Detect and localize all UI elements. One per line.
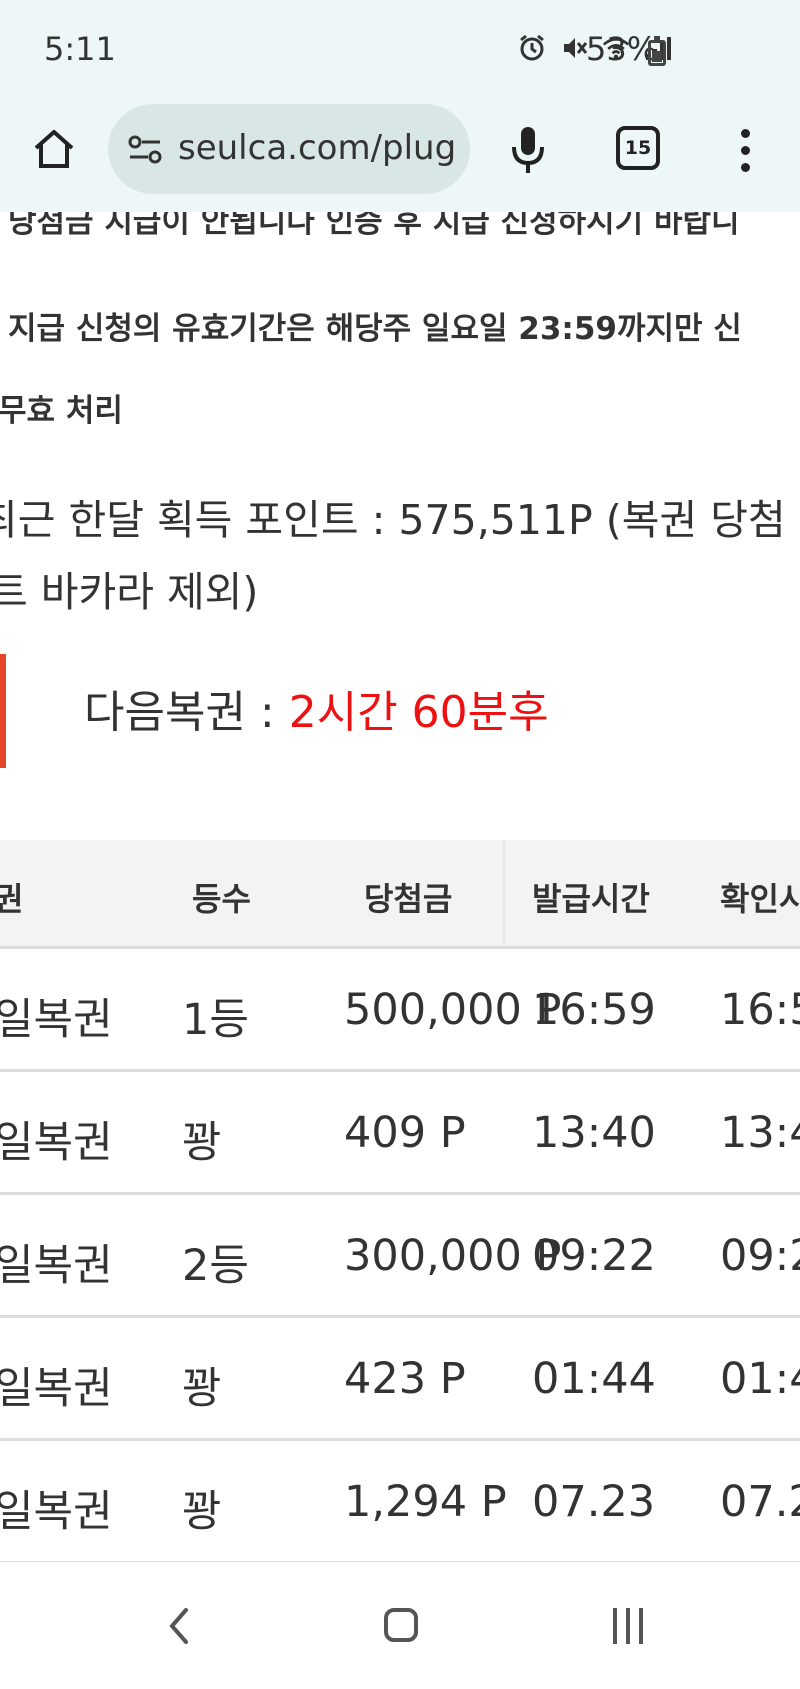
- battery-icon: [648, 36, 666, 66]
- monthly-points-line2: 트 바카라 제외): [0, 568, 259, 616]
- cell-prize: 1,294 P: [344, 1477, 507, 1527]
- cell-prize: 409 P: [344, 1108, 466, 1158]
- cell-prize: 300,000 P: [344, 1231, 562, 1281]
- cell-check-time: 07.2: [720, 1477, 800, 1527]
- home-icon[interactable]: [26, 120, 82, 176]
- mute-icon: [560, 34, 588, 62]
- more-menu-icon[interactable]: [730, 122, 760, 178]
- cell-type: 일복권: [0, 1487, 113, 1537]
- cell-type: 일복권: [0, 1241, 113, 1291]
- page-content: 당첨금 지급이 안됩니다 인증 후 지급 신청하시기 바랍니 지급 신청의 유효…: [0, 0, 800, 1689]
- table-row: 일복권 2등 300,000 P 09:22 09:2: [0, 1195, 800, 1318]
- header-type: 권: [0, 880, 24, 918]
- tabs-icon[interactable]: 15: [616, 126, 660, 170]
- browser-chrome: 5:11 53% seulca.com/plug 15: [0, 0, 800, 212]
- cell-type: 일복권: [0, 995, 113, 1045]
- status-bar: 5:11 53%: [0, 0, 800, 100]
- cell-issue-time: 01:44: [532, 1354, 656, 1404]
- cell-issue-time: 07.23: [532, 1477, 656, 1527]
- cell-check-time: 13:4: [720, 1108, 800, 1158]
- lottery-history-table: 권 등수 당첨금 발급시간 확인시 일복권 1등 500,000 P 16:59…: [0, 840, 800, 1564]
- table-row: 일복권 꽝 423 P 01:44 01:4: [0, 1318, 800, 1441]
- cell-rank: 꽝: [182, 1118, 222, 1168]
- cell-prize: 423 P: [344, 1354, 466, 1404]
- next-lottery: 다음복권 : 2시간 60분후: [84, 676, 549, 740]
- cell-rank: 2등: [182, 1241, 249, 1291]
- next-lottery-countdown: 2시간 60분후: [288, 687, 549, 738]
- cell-issue-time: 16:59: [532, 985, 656, 1035]
- cell-check-time: 01:4: [720, 1354, 800, 1404]
- cell-issue-time: 13:40: [532, 1108, 656, 1158]
- status-time: 5:11: [44, 30, 116, 68]
- header-rank: 등수: [192, 880, 251, 918]
- header-divider: [503, 840, 505, 946]
- notice-rule-line2: 무효 처리: [0, 393, 123, 429]
- next-lottery-label: 다음복권 :: [84, 687, 289, 738]
- recent-apps-icon[interactable]: [608, 1608, 648, 1644]
- table-header: 권 등수 당첨금 발급시간 확인시: [0, 840, 800, 949]
- url-text[interactable]: seulca.com/plug: [178, 128, 458, 168]
- table-row: 일복권 꽝 1,294 P 07.23 07.2: [0, 1441, 800, 1564]
- table-row: 일복권 꽝 409 P 13:40 13:4: [0, 1072, 800, 1195]
- address-bar[interactable]: seulca.com/plug: [108, 104, 470, 194]
- cell-rank: 꽝: [182, 1487, 222, 1537]
- alarm-icon: [518, 34, 546, 62]
- table-row: 일복권 1등 500,000 P 16:59 16:5: [0, 949, 800, 1072]
- next-lottery-accent-bar: [0, 654, 6, 768]
- mic-icon[interactable]: [500, 122, 556, 178]
- cell-prize: 500,000 P: [344, 985, 562, 1035]
- battery-percent: 53%: [586, 30, 658, 68]
- site-info-icon[interactable]: [126, 130, 166, 170]
- cell-type: 일복권: [0, 1118, 113, 1168]
- home-nav-icon[interactable]: [384, 1608, 418, 1642]
- cell-rank: 1등: [182, 995, 249, 1045]
- cell-check-time: 16:5: [720, 985, 800, 1035]
- browser-toolbar: seulca.com/plug 15: [0, 104, 800, 204]
- android-nav-bar: [0, 1562, 800, 1689]
- header-issue-time: 발급시간: [532, 880, 650, 918]
- header-check-time: 확인시: [720, 880, 800, 918]
- cell-rank: 꽝: [182, 1364, 222, 1414]
- notice-rule-line1: 지급 신청의 유효기간은 해당주 일요일 23:59까지만 신: [8, 311, 742, 347]
- cell-issue-time: 09:22: [532, 1231, 656, 1281]
- cell-type: 일복권: [0, 1364, 113, 1414]
- back-icon[interactable]: [160, 1606, 200, 1646]
- cell-check-time: 09:2: [720, 1231, 800, 1281]
- header-prize: 당첨금: [364, 880, 453, 918]
- monthly-points-line1: 최근 한달 획득 포인트 : 575,511P (복권 당첨: [0, 496, 786, 544]
